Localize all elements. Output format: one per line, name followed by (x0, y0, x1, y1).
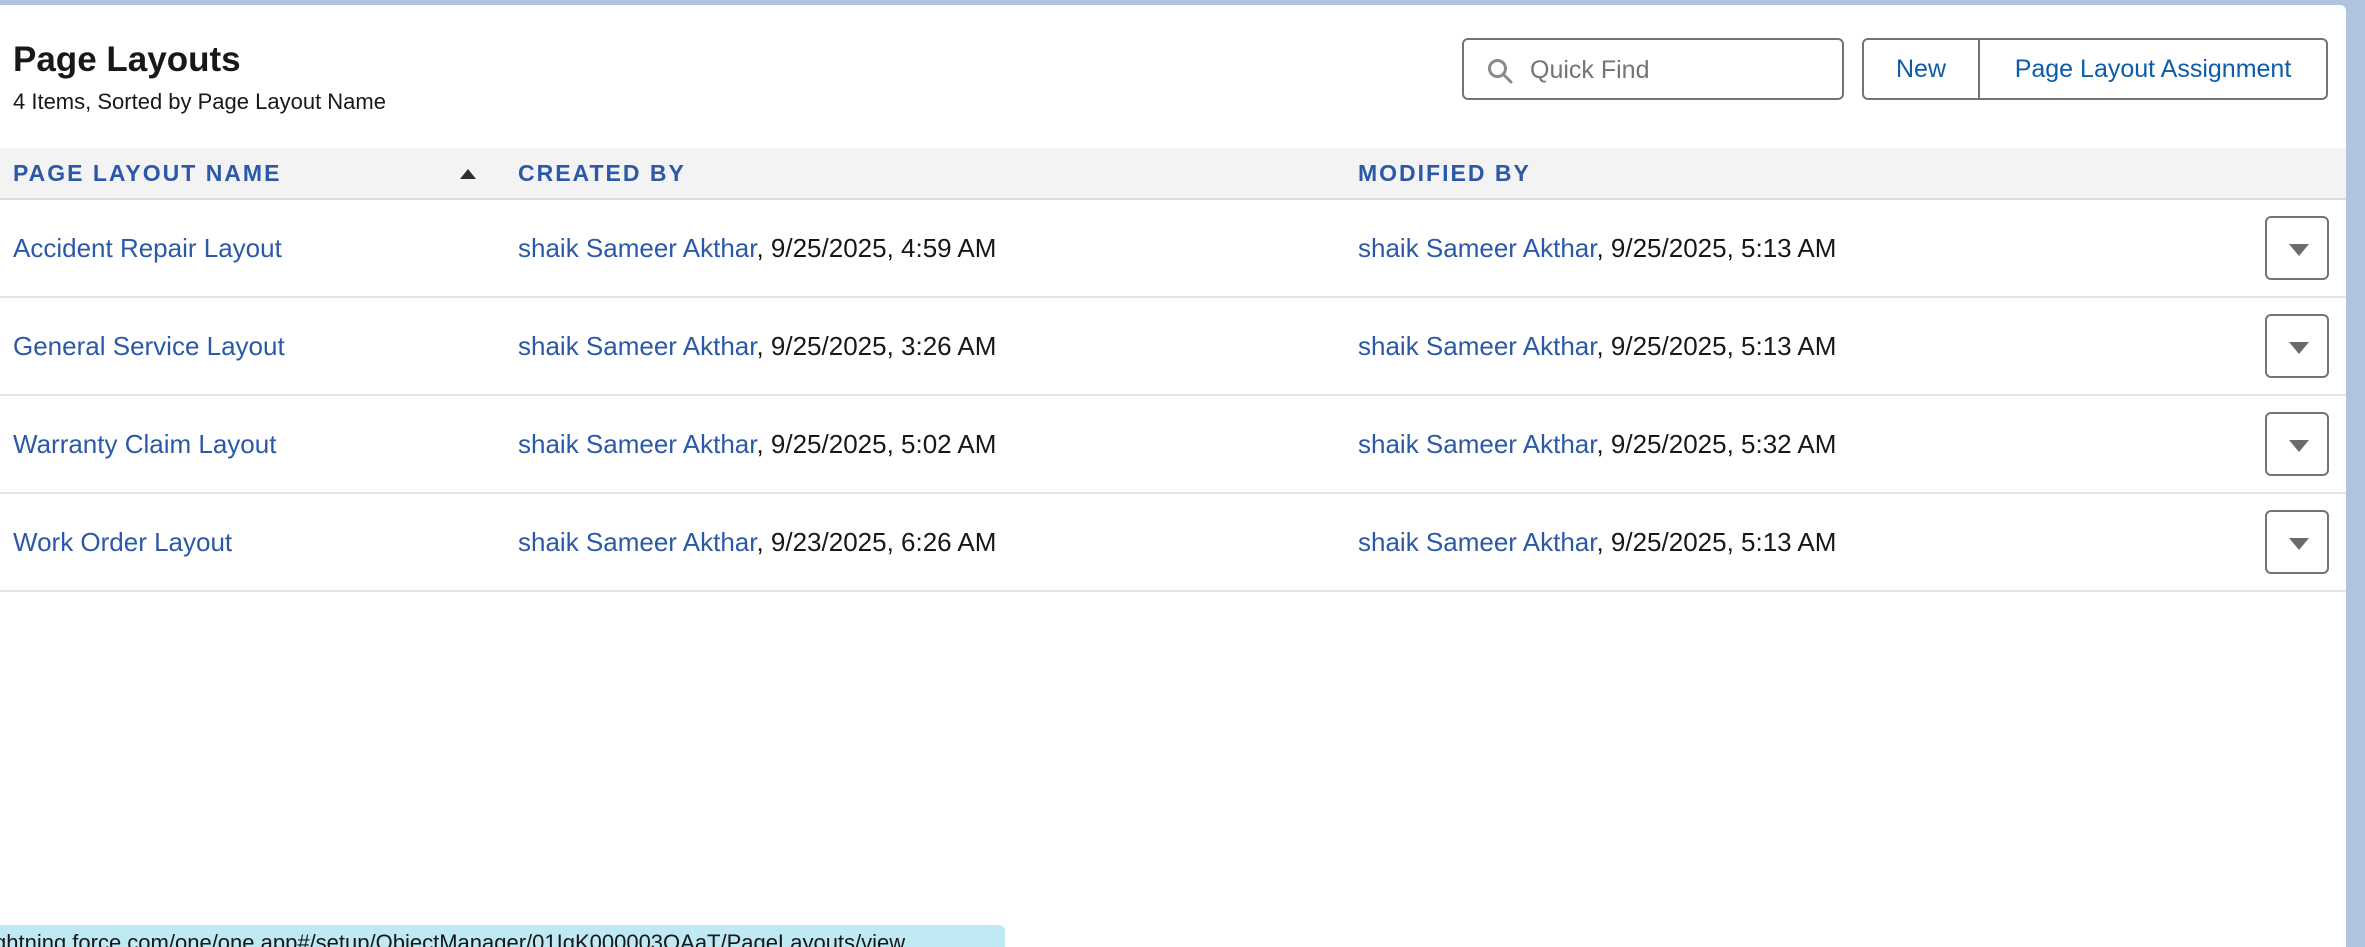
modified-by-cell: shaik Sameer Akthar, 9/25/2025, 5:13 AM (1358, 298, 1836, 394)
modified-by-user-link[interactable]: shaik Sameer Akthar (1358, 429, 1596, 459)
created-by-user-link[interactable]: shaik Sameer Akthar (518, 527, 756, 557)
created-date: , 9/23/2025, 6:26 AM (756, 527, 997, 557)
search-icon (1488, 59, 1513, 84)
layout-name-link[interactable]: Work Order Layout (13, 494, 232, 590)
table-row: Warranty Claim Layout shaik Sameer Aktha… (0, 396, 2346, 494)
created-date: , 9/25/2025, 4:59 AM (756, 233, 997, 263)
chevron-down-icon (2289, 342, 2309, 354)
created-by-user-link[interactable]: shaik Sameer Akthar (518, 331, 756, 361)
modified-by-user-link[interactable]: shaik Sameer Akthar (1358, 233, 1596, 263)
layout-name-link[interactable]: Warranty Claim Layout (13, 396, 276, 492)
page-header: Page Layouts 4 Items, Sorted by Page Lay… (0, 5, 2346, 148)
column-header-page-layout-name[interactable]: PAGE LAYOUT NAME (13, 148, 281, 198)
created-by-cell: shaik Sameer Akthar, 9/25/2025, 5:02 AM (518, 396, 996, 492)
modified-by-user-link[interactable]: shaik Sameer Akthar (1358, 331, 1596, 361)
page-title: Page Layouts (13, 40, 241, 79)
modified-by-cell: shaik Sameer Akthar, 9/25/2025, 5:32 AM (1358, 396, 1836, 492)
status-url: ghtning.force.com/one/one.app#/setup/Obj… (0, 930, 906, 947)
created-by-cell: shaik Sameer Akthar, 9/25/2025, 4:59 AM (518, 200, 996, 296)
created-by-user-link[interactable]: shaik Sameer Akthar (518, 429, 756, 459)
row-actions-button[interactable] (2265, 510, 2329, 574)
layout-name-link[interactable]: Accident Repair Layout (13, 200, 282, 296)
item-count-subtitle: 4 Items, Sorted by Page Layout Name (13, 89, 386, 114)
modified-date: , 9/25/2025, 5:32 AM (1596, 429, 1837, 459)
column-header-modified-by[interactable]: MODIFIED BY (1358, 148, 1531, 198)
created-date: , 9/25/2025, 5:02 AM (756, 429, 997, 459)
page-layout-assignment-button[interactable]: Page Layout Assignment (1980, 38, 2328, 100)
created-by-cell: shaik Sameer Akthar, 9/25/2025, 3:26 AM (518, 298, 996, 394)
quick-find-input[interactable] (1528, 48, 1832, 92)
table-row: Work Order Layout shaik Sameer Akthar, 9… (0, 494, 2346, 592)
modified-date: , 9/25/2025, 5:13 AM (1596, 233, 1837, 263)
modified-by-cell: shaik Sameer Akthar, 9/25/2025, 5:13 AM (1358, 494, 1836, 590)
chevron-down-icon (2289, 244, 2309, 256)
modified-date: , 9/25/2025, 5:13 AM (1596, 527, 1837, 557)
layout-name-link[interactable]: General Service Layout (13, 298, 285, 394)
page-layouts-panel: Page Layouts 4 Items, Sorted by Page Lay… (0, 5, 2346, 947)
created-date: , 9/25/2025, 3:26 AM (756, 331, 997, 361)
row-actions-button[interactable] (2265, 314, 2329, 378)
created-by-cell: shaik Sameer Akthar, 9/23/2025, 6:26 AM (518, 494, 996, 590)
sort-ascending-icon[interactable] (460, 169, 476, 179)
new-button[interactable]: New (1862, 38, 1980, 100)
chevron-down-icon (2289, 440, 2309, 452)
browser-status-bar: ghtning.force.com/one/one.app#/setup/Obj… (0, 925, 1005, 947)
table-header: PAGE LAYOUT NAME CREATED BY MODIFIED BY (0, 148, 2346, 200)
table-row: General Service Layout shaik Sameer Akth… (0, 298, 2346, 396)
column-header-created-by[interactable]: CREATED BY (518, 148, 686, 198)
row-actions-button[interactable] (2265, 412, 2329, 476)
modified-date: , 9/25/2025, 5:13 AM (1596, 331, 1837, 361)
modified-by-user-link[interactable]: shaik Sameer Akthar (1358, 527, 1596, 557)
quick-find-box[interactable] (1462, 38, 1844, 100)
header-button-group: New Page Layout Assignment (1862, 38, 2328, 100)
modified-by-cell: shaik Sameer Akthar, 9/25/2025, 5:13 AM (1358, 200, 1836, 296)
created-by-user-link[interactable]: shaik Sameer Akthar (518, 233, 756, 263)
row-actions-button[interactable] (2265, 216, 2329, 280)
chevron-down-icon (2289, 538, 2309, 550)
table-row: Accident Repair Layout shaik Sameer Akth… (0, 200, 2346, 298)
